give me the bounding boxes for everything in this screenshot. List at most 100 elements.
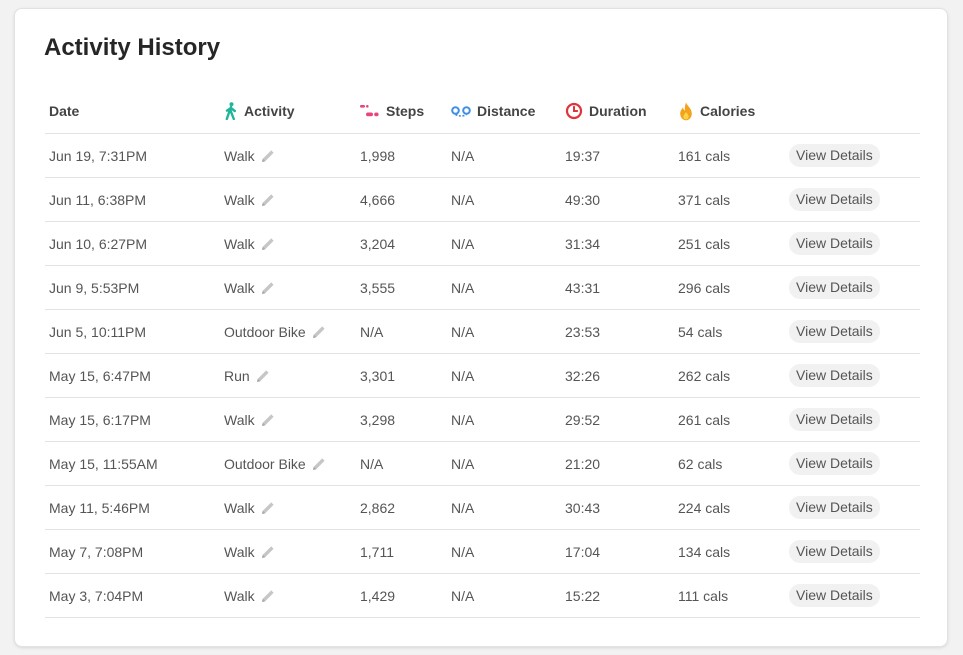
view-details-button[interactable]: View Details	[789, 364, 880, 387]
pencil-icon[interactable]	[260, 544, 276, 560]
column-header-date: Date	[49, 89, 79, 133]
action-cell: View Details	[789, 222, 880, 265]
view-details-button[interactable]: View Details	[789, 452, 880, 475]
duration-cell: 43:31	[565, 266, 600, 309]
date-cell: May 3, 7:04PM	[49, 574, 143, 617]
activity-name: Outdoor Bike	[224, 323, 306, 340]
pencil-icon[interactable]	[260, 588, 276, 604]
activity-name: Walk	[224, 191, 255, 208]
activity-name: Walk	[224, 587, 255, 604]
date-cell: Jun 11, 6:38PM	[49, 178, 146, 221]
duration-value: 23:53	[565, 323, 601, 340]
date-cell: Jun 9, 5:53PM	[49, 266, 139, 309]
calories-cell: 161 cals	[678, 134, 730, 177]
date-cell: May 11, 5:46PM	[49, 486, 150, 529]
view-details-button[interactable]: View Details	[789, 144, 880, 167]
steps-cell: 1,998	[360, 134, 395, 177]
view-details-button[interactable]: View Details	[789, 496, 880, 519]
pencil-icon[interactable]	[260, 412, 276, 428]
table-row: Jun 10, 6:27PM Walk 3,204 N/A 31:34 251 …	[45, 222, 920, 266]
activity-name: Walk	[224, 543, 255, 560]
steps-cell: 4,666	[360, 178, 395, 221]
clock-icon	[565, 102, 583, 120]
distance-value: N/A	[451, 191, 475, 208]
activity-cell: Walk	[224, 134, 276, 177]
table-header: Date Activity Steps Distance Duration Ca…	[45, 89, 920, 134]
activity-cell: Outdoor Bike	[224, 442, 327, 485]
activity-name: Walk	[224, 235, 255, 252]
calories-value: 54 cals	[678, 323, 723, 340]
steps-value: 3,301	[360, 367, 396, 384]
view-details-button[interactable]: View Details	[789, 232, 880, 255]
steps-value: 3,298	[360, 411, 396, 428]
steps-value: 4,666	[360, 191, 396, 208]
duration-value: 30:43	[565, 499, 601, 516]
pencil-icon[interactable]	[311, 324, 327, 340]
table-row: May 15, 11:55AM Outdoor Bike N/A N/A 21:…	[45, 442, 920, 486]
date-text: May 11, 5:46PM	[49, 499, 150, 516]
column-header-steps: Steps	[360, 89, 424, 133]
pencil-icon[interactable]	[260, 280, 276, 296]
steps-value: 1,429	[360, 587, 396, 604]
action-cell: View Details	[789, 310, 880, 353]
date-text: Jun 10, 6:27PM	[49, 235, 148, 252]
calories-value: 62 cals	[678, 455, 723, 472]
duration-cell: 29:52	[565, 398, 600, 441]
distance-cell: N/A	[451, 574, 474, 617]
calories-cell: 111 cals	[678, 574, 728, 617]
pencil-icon[interactable]	[260, 192, 276, 208]
steps-cell: 3,204	[360, 222, 395, 265]
date-cell: May 15, 6:47PM	[49, 354, 151, 397]
column-header-label: Calories	[700, 103, 756, 119]
action-cell: View Details	[789, 266, 880, 309]
view-details-button[interactable]: View Details	[789, 320, 880, 343]
pencil-icon[interactable]	[260, 500, 276, 516]
calories-cell: 224 cals	[678, 486, 730, 529]
distance-value: N/A	[451, 147, 475, 164]
column-header-label: Steps	[386, 103, 425, 119]
pencil-icon[interactable]	[311, 456, 327, 472]
column-header-label: Distance	[477, 103, 536, 119]
activity-name: Outdoor Bike	[224, 455, 306, 472]
date-text: Jun 19, 7:31PM	[49, 147, 148, 164]
date-text: Jun 9, 5:53PM	[49, 279, 140, 296]
steps-value: N/A	[360, 455, 384, 472]
action-cell: View Details	[789, 530, 880, 573]
steps-cell: 3,298	[360, 398, 395, 441]
column-header-activity: Activity	[224, 89, 295, 133]
view-details-button[interactable]: View Details	[789, 188, 880, 211]
steps-value: 3,555	[360, 279, 396, 296]
pencil-icon[interactable]	[260, 236, 276, 252]
date-cell: Jun 5, 10:11PM	[49, 310, 146, 353]
duration-value: 17:04	[565, 543, 601, 560]
view-details-button[interactable]: View Details	[789, 584, 880, 607]
calories-cell: 62 cals	[678, 442, 722, 485]
column-header-label: Duration	[589, 103, 647, 119]
distance-value: N/A	[451, 543, 475, 560]
steps-cell: 3,301	[360, 354, 395, 397]
view-details-button[interactable]: View Details	[789, 276, 880, 299]
calories-cell: 54 cals	[678, 310, 722, 353]
pencil-icon[interactable]	[255, 368, 271, 384]
activity-name: Walk	[224, 279, 255, 296]
calories-cell: 134 cals	[678, 530, 730, 573]
duration-value: 31:34	[565, 235, 601, 252]
distance-cell: N/A	[451, 442, 474, 485]
action-cell: View Details	[789, 134, 880, 177]
calories-value: 111 cals	[678, 587, 729, 604]
pencil-icon[interactable]	[260, 148, 276, 164]
view-details-button[interactable]: View Details	[789, 540, 880, 563]
duration-cell: 21:20	[565, 442, 600, 485]
action-cell: View Details	[789, 486, 880, 529]
steps-value: 1,998	[360, 147, 396, 164]
activity-cell: Outdoor Bike	[224, 310, 327, 353]
page-title: Activity History	[44, 34, 221, 61]
duration-cell: 49:30	[565, 178, 600, 221]
steps-cell: 1,429	[360, 574, 395, 617]
duration-cell: 32:26	[565, 354, 600, 397]
steps-value: 2,862	[360, 499, 396, 516]
view-details-button[interactable]: View Details	[789, 408, 880, 431]
calories-cell: 251 cals	[678, 222, 730, 265]
distance-cell: N/A	[451, 134, 474, 177]
duration-cell: 23:53	[565, 310, 600, 353]
